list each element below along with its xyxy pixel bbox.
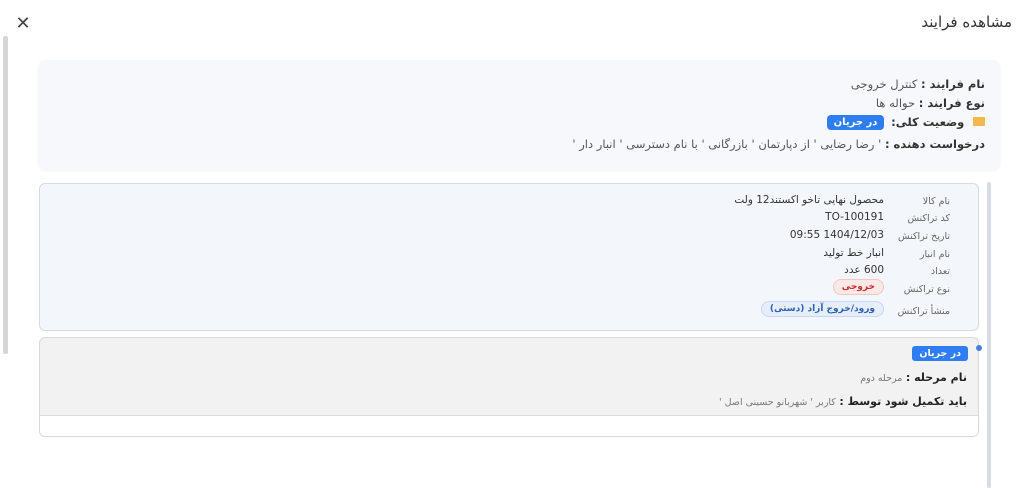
detail-value: TO-100191 (825, 211, 884, 223)
process-name-label: نام فرایند : (921, 77, 985, 91)
step-name-label: نام مرحله : (905, 371, 967, 384)
detail-label: نام انبار (919, 249, 950, 260)
requester-line: درخواست دهنده : ' رضا رضایی ' از دپارتما… (572, 137, 985, 151)
detail-label: منشأ تراکنش (897, 306, 950, 317)
requester-value: ' رضا رضایی ' از دپارتمان ' بازرگانی ' ب… (572, 137, 882, 151)
step-assignee-line: باید تکمیل شود توسط : کاربر ' شهربانو حس… (719, 395, 967, 408)
step-card-footer (40, 415, 978, 436)
status-badge: در جریان (826, 115, 885, 130)
process-status-label: وضعیت کلی: (891, 115, 965, 129)
detail-row: تعداد 600 عدد (40, 263, 978, 279)
detail-value: محصول نهایی تاخو اکستند12 ولت (734, 194, 884, 206)
modal-scrollbar[interactable] (3, 36, 8, 354)
modal-title: مشاهده فرایند (921, 13, 1012, 31)
process-type-value: حواله ها (875, 96, 916, 110)
transaction-details-card: نام کالا محصول نهایی تاخو اکستند12 ولت ک… (39, 183, 979, 331)
detail-value: خروجی (832, 279, 884, 295)
close-icon[interactable]: ✕ (13, 14, 33, 34)
transaction-type-pill: خروجی (832, 279, 884, 295)
detail-row: کد تراکنش TO-100191 (40, 210, 978, 226)
step-status-badge: در جریان (912, 346, 968, 361)
step-name-line: نام مرحله : مرحله دوم (860, 371, 967, 384)
step-card (39, 337, 979, 437)
detail-row: نوع تراکنش خروجی (40, 279, 978, 297)
detail-row: منشأ تراکنش ورود/خروج آزاد (دستی) (40, 301, 978, 319)
process-type-line: نوع فرایند : حواله ها (876, 96, 985, 110)
folder-icon (973, 117, 985, 126)
step-assignee-label: باید تکمیل شود توسط : (839, 395, 967, 408)
process-status-line: وضعیت کلی: در جریان (826, 115, 985, 130)
detail-value: ورود/خروج آزاد (دستی) (760, 301, 884, 317)
detail-label: کد تراکنش (907, 213, 950, 224)
detail-value: انبار خط تولید (823, 247, 884, 259)
process-name-value: کنترل خروجی (850, 77, 918, 91)
detail-value: 600 عدد (844, 264, 884, 276)
process-info-card: نام فرایند : کنترل خروجی نوع فرایند : حو… (38, 60, 1000, 170)
process-type-label: نوع فرایند : (918, 96, 985, 110)
detail-row: نام انبار انبار خط تولید (40, 246, 978, 262)
detail-label: تعداد (930, 266, 950, 277)
step-name-value: مرحله دوم (860, 373, 903, 384)
requester-label: درخواست دهنده : (884, 137, 985, 151)
transaction-source-pill: ورود/خروج آزاد (دستی) (760, 301, 884, 317)
detail-row: نام کالا محصول نهایی تاخو اکستند12 ولت (40, 193, 978, 209)
detail-value: 1404/12/03 09:55 (789, 229, 884, 241)
timeline-dot (976, 345, 982, 351)
step-assignee-value: کاربر ' شهربانو حسینی اصل ' (719, 397, 836, 408)
modal-header: ✕ مشاهده فرایند (0, 0, 1024, 50)
detail-label: تاریخ تراکنش (898, 231, 950, 242)
process-name-line: نام فرایند : کنترل خروجی (851, 77, 985, 91)
detail-row: تاریخ تراکنش 1404/12/03 09:55 (40, 228, 978, 244)
detail-label: نام کالا (922, 196, 950, 207)
timeline-rail (987, 182, 991, 488)
detail-label: نوع تراکنش (903, 284, 950, 295)
